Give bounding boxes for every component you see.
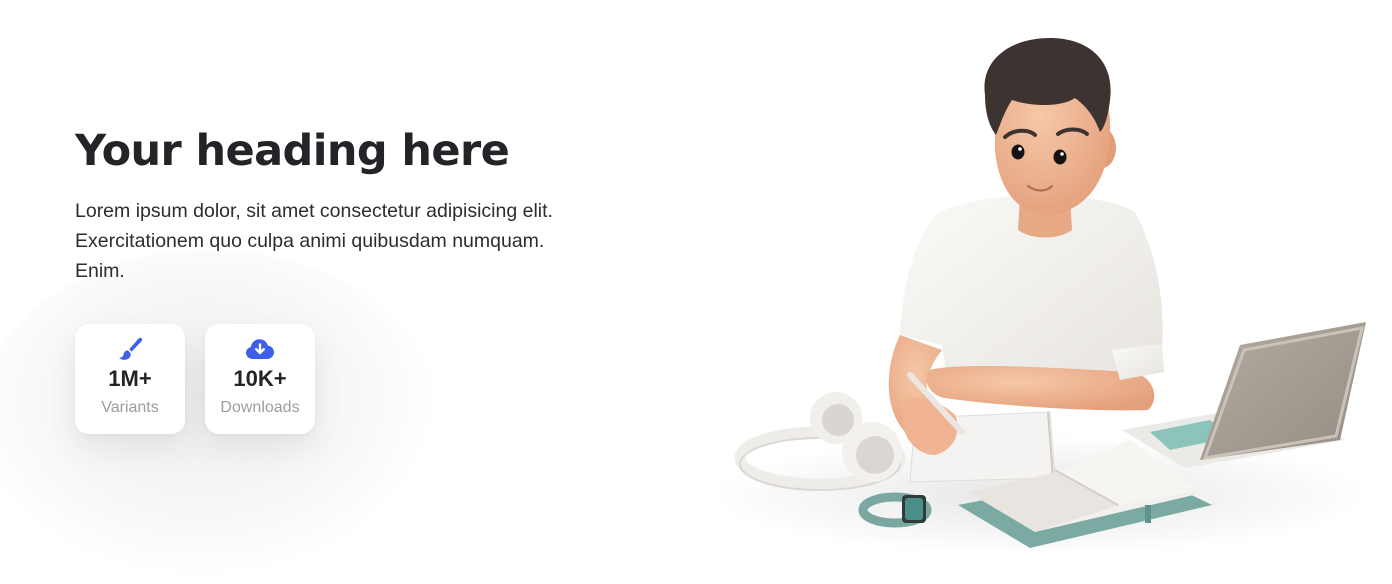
hero-heading: Your heading here bbox=[75, 126, 510, 176]
hero-description: Lorem ipsum dolor, sit amet consectetur … bbox=[75, 200, 553, 282]
character-head bbox=[984, 38, 1116, 216]
stat-label: Variants bbox=[101, 399, 159, 416]
student-illustration bbox=[710, 20, 1380, 570]
stats-row: 1M+ Variants 10K+ Downloads bbox=[75, 324, 315, 434]
stat-card-variants: 1M+ Variants bbox=[75, 324, 185, 434]
stat-value: 1M+ bbox=[108, 366, 152, 391]
paintbrush-icon bbox=[117, 336, 143, 362]
stat-card-downloads: 10K+ Downloads bbox=[205, 324, 315, 434]
cloud-download-icon bbox=[245, 336, 275, 362]
stat-value: 10K+ bbox=[233, 366, 287, 391]
stat-label: Downloads bbox=[220, 399, 300, 416]
hero-section: Your heading here Lorem ipsum dolor, sit… bbox=[75, 122, 635, 286]
